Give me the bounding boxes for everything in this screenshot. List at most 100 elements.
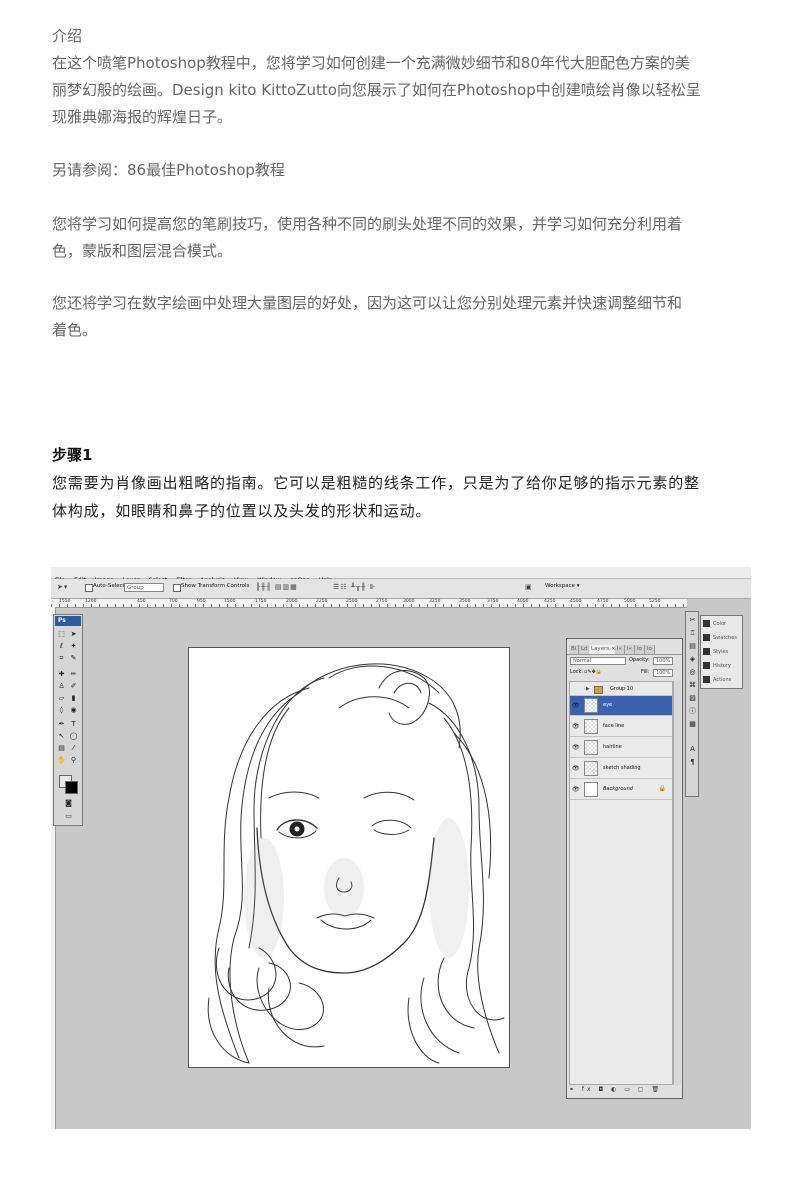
layers-icon[interactable]: ◈ — [687, 654, 698, 665]
layer-thumbnail — [584, 782, 598, 797]
clone-source-icon[interactable]: ▤ — [687, 641, 698, 652]
navigator-icon[interactable]: ▨ — [687, 693, 698, 704]
ruler-label: 3750 — [487, 599, 499, 604]
notes-tool-icon[interactable]: ▤ — [56, 743, 67, 753]
flyout-styles[interactable]: Styles — [703, 646, 743, 658]
ruler-label: 700 — [169, 599, 178, 604]
layer-row-eye[interactable]: 👁 eye — [570, 696, 672, 716]
blend-mode-dropdown[interactable]: Normal — [570, 657, 626, 665]
flyout-actions[interactable]: Actions — [703, 674, 743, 686]
shape-tool-icon[interactable]: ◯ — [68, 731, 79, 741]
clone-stamp-icon[interactable]: ♙ — [56, 681, 67, 691]
layer-row-background[interactable]: 👁 Background 🔒 — [570, 780, 672, 800]
gradient-icon[interactable]: ▮ — [68, 693, 79, 703]
character-icon[interactable]: A — [687, 744, 698, 755]
tools-panel: Ps ⬚ ➤ ℓ ✦ ⌗ ✎ ✚ ✏ ♙ ✐ ▱ ▮ ◊ ◉ ✒ T ↖ ◯ ▤… — [53, 614, 83, 826]
background-color-swatch[interactable] — [65, 781, 78, 794]
magic-wand-icon[interactable]: ✦ — [68, 641, 79, 651]
portrait-sketch — [207, 663, 505, 1064]
info-icon[interactable]: ⓘ — [687, 706, 698, 717]
lasso-tool-icon[interactable]: ℓ — [56, 641, 67, 651]
align-icons[interactable]: ╟╫╢ ▤▥▦ — [256, 583, 298, 591]
lock-icons[interactable]: ▫✎✥🔒 — [584, 668, 602, 677]
layer-row-group[interactable]: ▶ Group 10 — [570, 684, 672, 696]
visibility-eye-icon[interactable]: 👁 — [572, 786, 580, 793]
tools-icon[interactable]: ✂ — [687, 615, 698, 626]
dodge-tool-icon[interactable]: ◉ — [68, 705, 79, 715]
see-also-link[interactable]: 另请参阅：86最佳Photoshop教程 — [52, 157, 752, 185]
swatches-icon — [703, 634, 710, 641]
workspace-icon[interactable]: ▣ — [525, 583, 533, 591]
flyout-swatches[interactable]: Swatches — [703, 632, 743, 644]
paths-icon[interactable]: ⌘ — [687, 680, 698, 691]
visibility-eye-icon[interactable]: 👁 — [572, 702, 580, 709]
layer-name: Background — [603, 786, 633, 792]
layer-thumbnail — [584, 740, 598, 755]
ruler-label: 4000 — [517, 599, 529, 604]
layers-scrollbar[interactable] — [673, 681, 681, 1085]
visibility-eye-icon[interactable]: 👁 — [572, 765, 580, 772]
opacity-input[interactable]: 100% — [653, 657, 673, 665]
screen-mode-icon[interactable]: ▭ — [63, 811, 74, 821]
layer-row-hairline[interactable]: 👁 hairline — [570, 738, 672, 758]
zoom-tool-icon[interactable]: ⚲ — [68, 755, 79, 765]
tab-brushes[interactable]: Bi — [569, 645, 580, 654]
eraser-icon[interactable]: ▱ — [56, 693, 67, 703]
channels-icon[interactable]: ◎ — [687, 667, 698, 678]
eyedropper2-icon[interactable]: ⁄ — [68, 743, 79, 753]
layer-name: face line — [603, 723, 625, 729]
brush-presets-icon[interactable]: ♖ — [687, 628, 698, 639]
history-brush-icon[interactable]: ✐ — [68, 681, 79, 691]
expand-triangle-icon[interactable]: ▶ — [586, 686, 590, 692]
paragraph-icon[interactable]: ¶ — [687, 757, 698, 768]
tab-navigator[interactable]: lo — [645, 645, 655, 654]
quick-mask-icon[interactable]: ◙ — [63, 798, 74, 808]
blur-tool-icon[interactable]: ◊ — [56, 705, 67, 715]
ruler-label: 4750 — [597, 599, 609, 604]
ps-logo: Ps — [55, 616, 81, 626]
flyout-history[interactable]: History — [703, 660, 743, 672]
layer-row-sketch-shading[interactable]: 👁 sketch shading — [570, 759, 672, 779]
ruler-label: 5000 — [624, 599, 636, 604]
brush-tool-icon[interactable]: ✏ — [68, 669, 79, 679]
visibility-eye-icon[interactable]: 👁 — [572, 744, 580, 751]
auto-select-dropdown[interactable]: Group — [124, 583, 164, 592]
ruler-label: 1500 — [224, 599, 236, 604]
move-tool-icon[interactable]: ➤▾ — [57, 583, 68, 591]
move-tool-icon[interactable]: ➤ — [68, 629, 79, 639]
type-tool-icon[interactable]: T — [68, 719, 79, 729]
hand-tool-icon[interactable]: ✋ — [56, 755, 67, 765]
eyedropper-icon[interactable]: ✎ — [68, 653, 79, 663]
panel-tabs: Bi Ld Layers × l« l« lo lo — [567, 645, 682, 655]
para3-line-1: 您还将学习在数字绘画中处理大量图层的好处，因为这可以让您分别处理元素并快速调整细… — [52, 294, 683, 312]
show-transform-checkbox[interactable] — [173, 584, 181, 592]
layer-row-face-line[interactable]: 👁 face line — [570, 717, 672, 737]
ruler-label: 5250 — [649, 599, 661, 604]
marquee-tool-icon[interactable]: ⬚ — [56, 629, 67, 639]
tab-channels[interactable]: l« — [615, 645, 625, 654]
distribute-icons[interactable]: ☰☷ ╨╥╫ ⊪ — [333, 583, 377, 591]
visibility-eye-icon[interactable]: 👁 — [572, 723, 580, 730]
layer-name: hairline — [603, 744, 622, 750]
ruler-label: 2500 — [346, 599, 358, 604]
ruler-label: 1200 — [85, 599, 97, 604]
options-bar: ➤▾ Auto-Select: Group Show Transform Con… — [51, 579, 751, 599]
layer-name: eye — [603, 702, 613, 708]
path-select-icon[interactable]: ↖ — [56, 731, 67, 741]
fill-input[interactable]: 100% — [653, 669, 673, 677]
step-line-2: 体构成，如眼睛和鼻子的位置以及头发的形状和运动。 — [52, 502, 432, 520]
lock-row: Lock: ▫✎✥🔒 Fill: 100% — [567, 668, 682, 678]
layers-footer-icons[interactable]: ⚭ fx ◘ ◐ ▭ ▢ 🗑 — [569, 1086, 679, 1095]
crop-tool-icon[interactable]: ⌗ — [56, 653, 67, 663]
histogram-icon[interactable]: ▦ — [687, 719, 698, 730]
flyout-color[interactable]: Color — [703, 618, 743, 630]
document-canvas[interactable] — [188, 647, 510, 1068]
tab-info[interactable]: lo — [635, 645, 645, 654]
pen-tool-icon[interactable]: ✒ — [56, 719, 67, 729]
tab-paths[interactable]: l« — [625, 645, 635, 654]
auto-select-checkbox[interactable] — [85, 584, 93, 592]
flyout-label: Swatches — [713, 635, 737, 641]
workspace-button[interactable]: Workspace ▾ — [545, 583, 580, 589]
layers-list: ▶ Group 10 👁 eye 👁 face line 👁 hairline … — [569, 681, 673, 1085]
healing-brush-icon[interactable]: ✚ — [56, 669, 67, 679]
